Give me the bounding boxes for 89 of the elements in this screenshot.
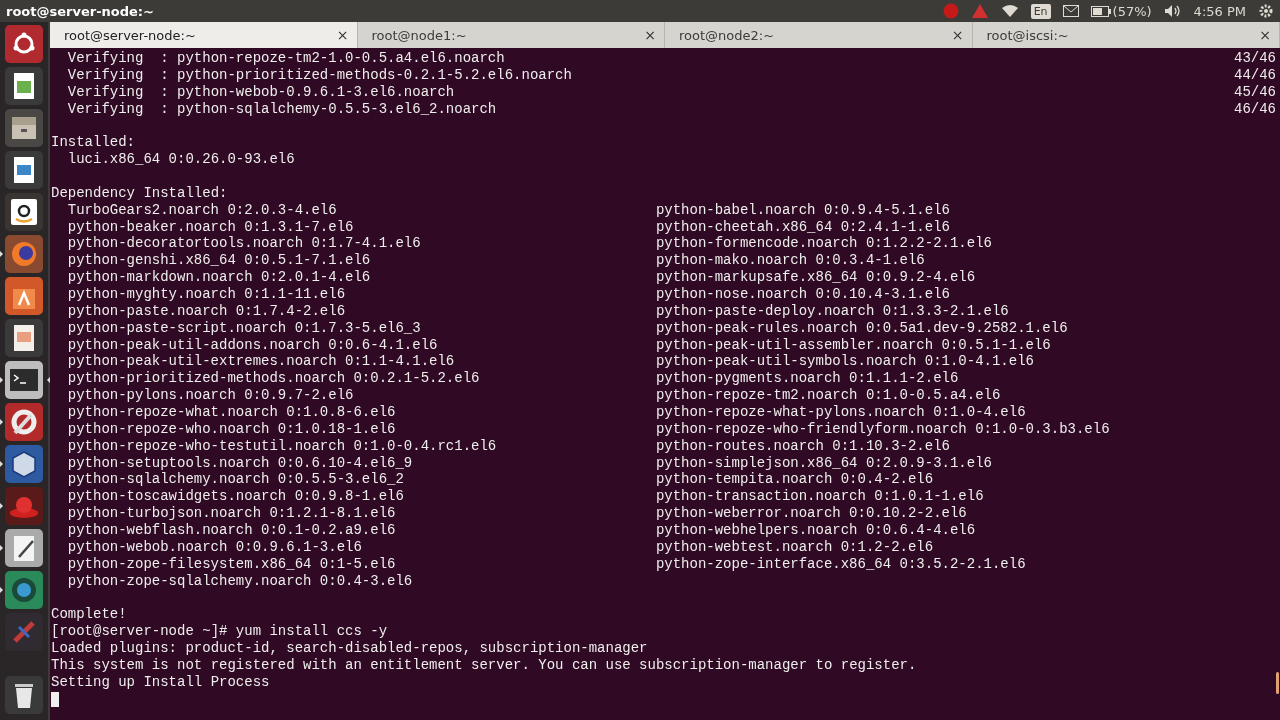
- terminal-line: [root@server-node ~]# yum install ccs -y: [51, 623, 388, 641]
- scrollbar[interactable]: [1276, 672, 1279, 694]
- mail-icon[interactable]: [1062, 5, 1079, 17]
- close-tab-button[interactable]: ×: [951, 27, 964, 43]
- package-entry: TurboGears2.noarch 0:2.0.3-4.el6: [67, 201, 337, 218]
- terminal-line: Verifying : python-sqlalchemy-0.5.5-3.el6_2.noarch: [66, 100, 497, 118]
- package-entry: python-zope-interface.x86_64 0:3.5.2-2.1.el6: [655, 555, 1026, 573]
- virtualbox-app-icon[interactable]: [5, 445, 43, 483]
- terminal-tab[interactable]: root@server-node:~ ×: [50, 22, 358, 48]
- package-entry: python-sqlalchemy.noarch 0:0.5.5-3.el6_2: [67, 471, 404, 488]
- package-entry: python-beaker.noarch 0:1.3.1-7.el6: [67, 218, 354, 235]
- package-entry: python-markdown.noarch 0:2.0.1-4.el6: [67, 269, 371, 286]
- terminal-line: luci.x86_64 0:0.26.0-93.el6: [66, 151, 295, 168]
- terminal-app-icon[interactable]: [5, 361, 43, 399]
- terminal-line: Verifying : python-webob-0.9.6.1-3.el6.noarch: [66, 83, 455, 101]
- progress-count: 44/46: [1234, 66, 1276, 84]
- package-entry: python-webflash.noarch 0:0.1-0.2.a9.el6: [67, 522, 396, 539]
- clock[interactable]: 4:56 PM: [1193, 3, 1246, 19]
- package-entry: python-decoratortools.noarch 0:1.7-4.1.el6: [67, 235, 421, 252]
- terminal-line: Verifying : python-prioritized-methods-0.2.1-5.2.el6.noarch: [66, 66, 572, 84]
- package-entry: python-routes.noarch 0:1.10.3-2.el6: [655, 437, 950, 455]
- tool-app-icon[interactable]: [5, 613, 43, 651]
- terminal-line: Complete!: [51, 606, 127, 624]
- ubuntu-app-icon[interactable]: [5, 25, 43, 63]
- package-entry: python-repoze-what-pylons.noarch 0:1.0-4.el6: [655, 404, 1026, 421]
- terminal-line: Verifying : python-repoze-tm2-1.0-0.5.a4.el6.noarch: [66, 50, 505, 67]
- battery-percent: (57%): [1112, 3, 1152, 19]
- package-entry: python-peak-rules.noarch 0:0.5a1.dev-9.2582.1.el6: [655, 319, 1068, 337]
- package-entry: python-peak-util-extremes.noarch 0:1.1-4.1.el6: [67, 353, 455, 370]
- package-entry: python-webtest.noarch 0:1.2-2.el6: [655, 538, 934, 556]
- package-entry: python-myghty.noarch 0:1.1-11.el6: [67, 286, 346, 303]
- package-entry: python-zope-filesystem.x86_64 0:1-5.el6: [67, 555, 396, 572]
- package-entry: python-repoze-tm2.noarch 0:1.0-0.5.a4.el6: [655, 387, 1001, 405]
- progress-count: 46/46: [1234, 100, 1276, 118]
- settings-icon[interactable]: [1258, 3, 1274, 19]
- terminal-line: Dependency Installed:: [51, 184, 228, 202]
- progress-count: 43/46: [1234, 50, 1276, 67]
- terminal-line: Installed:: [51, 134, 135, 152]
- package-entry: python-mako.noarch 0:0.3.4-1.el6: [655, 252, 925, 270]
- progress-count: 45/46: [1234, 83, 1276, 101]
- shop-app-icon[interactable]: [5, 193, 43, 231]
- package-entry: python-nose.noarch 0:0.10.4-3.1.el6: [655, 286, 950, 303]
- package-entry: python-genshi.x86_64 0:0.5.1-7.1.el6: [67, 252, 371, 269]
- package-entry: python-repoze-what.noarch 0:1.0.8-6.el6: [67, 404, 396, 421]
- package-entry: python-setuptools.noarch 0:0.6.10-4.el6_9: [67, 454, 413, 471]
- package-entry: python-pylons.noarch 0:0.9.7-2.el6: [67, 387, 354, 404]
- terminal-line: Loaded plugins: product-id, search-disabled-repos, subscription-manager: [51, 640, 648, 657]
- package-entry: python-peak-util-addons.noarch 0:0.6-4.1.el6: [67, 336, 438, 353]
- keyboard-layout[interactable]: En: [1030, 3, 1051, 19]
- terminal-line: Setting up Install Process: [51, 673, 270, 691]
- package-entry: python-cheetah.x86_64 0:2.4.1-1.el6: [655, 218, 950, 236]
- package-entry: python-repoze-who-friendlyform.noarch 0:1.0-0.3.b3.el6: [655, 420, 1110, 438]
- package-entry: python-formencode.noarch 0:1.2.2-2.1.el6: [655, 235, 992, 253]
- wifi-icon[interactable]: [1000, 4, 1019, 18]
- software-app-icon[interactable]: [5, 277, 43, 315]
- package-entry: python-weberror.noarch 0:0.10.2-2.el6: [655, 505, 967, 523]
- package-entry: python-tempita.noarch 0:0.4-2.el6: [655, 471, 934, 489]
- package-entry: python-paste-deploy.noarch 0:1.3.3-2.1.el6: [655, 302, 1009, 320]
- speaker-icon[interactable]: [1163, 4, 1182, 18]
- package-entry: python-repoze-who.noarch 0:1.0.18-1.el6: [67, 420, 396, 437]
- package-entry: python-simplejson.x86_64 0:2.0.9-3.1.el6: [655, 454, 992, 472]
- close-tab-button[interactable]: ×: [1259, 27, 1271, 43]
- package-entry: python-webhelpers.noarch 0:0.6.4-4.el6: [655, 522, 976, 539]
- package-entry: python-paste-script.noarch 0:1.7.3-5.el6_3: [67, 319, 421, 336]
- package-entry: python-peak-util-assembler.noarch 0:0.5.1-1.el6: [655, 336, 1051, 354]
- editor-app-icon[interactable]: [5, 529, 43, 567]
- package-entry: python-peak-util-symbols.noarch 0:1.0-4.1.el6: [655, 353, 1034, 371]
- package-entry: python-toscawidgets.noarch 0:0.9.8-1.el6: [67, 488, 404, 505]
- package-entry: python-turbojson.noarch 0:1.2.1-8.1.el6: [67, 505, 396, 522]
- document-app-icon[interactable]: [5, 151, 43, 189]
- battery-icon[interactable]: [1090, 5, 1111, 17]
- text-cursor: [51, 691, 59, 707]
- package-entry: python-transaction.noarch 0:1.0.1-1.el6: [655, 488, 984, 506]
- close-tab-button[interactable]: ×: [336, 27, 349, 43]
- trash-app-icon[interactable]: [5, 676, 43, 714]
- package-entry: python-babel.noarch 0:0.9.4-5.1.el6: [655, 201, 950, 219]
- package-entry: python-repoze-who-testutil.noarch 0:1.0-0.4.rc1.el6: [67, 437, 497, 454]
- package-entry: python-pygments.noarch 0:1.1.1-2.el6: [655, 370, 959, 388]
- files-app-icon[interactable]: [5, 109, 43, 147]
- terminal-line: This system is not registered with an entitlement server. You can use subscription-manager to register.: [51, 656, 917, 674]
- package-entry: python-paste.noarch 0:1.7.4-2.el6: [67, 302, 346, 319]
- spreadsheet-app-icon[interactable]: [5, 67, 43, 105]
- package-entry: python-zope-sqlalchemy.noarch 0:0.4-3.el6: [67, 572, 413, 589]
- package-entry: python-markupsafe.x86_64 0:0.9.2-4.el6: [655, 269, 976, 287]
- window-title: root@server-node:~: [6, 3, 155, 19]
- close-tab-button[interactable]: ×: [644, 27, 656, 43]
- package-entry: python-prioritized-methods.noarch 0:0.2.1-5.2.el6: [67, 370, 480, 387]
- package-entry: python-webob.noarch 0:0.9.6.1-3.el6: [67, 538, 362, 555]
- presentation-app-icon[interactable]: [5, 319, 43, 357]
